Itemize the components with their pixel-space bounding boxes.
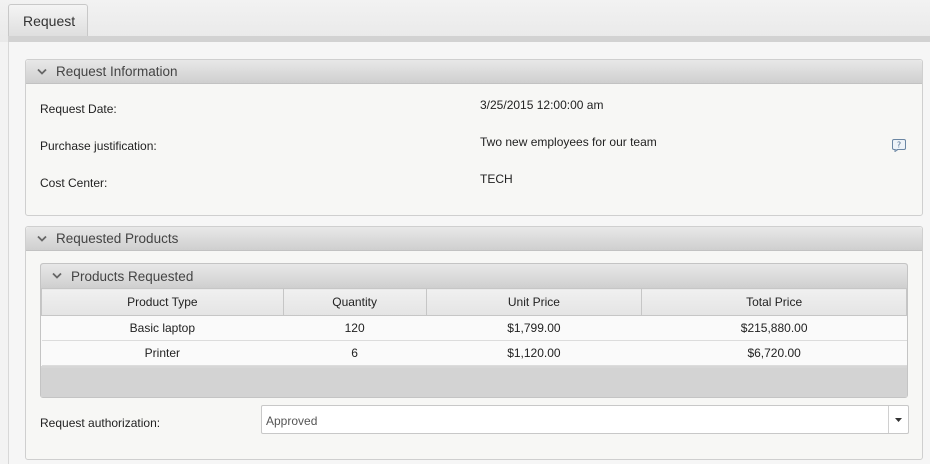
purchase-justification-row: Purchase justification: Two new employee…: [40, 135, 910, 157]
table-row[interactable]: Basic laptop 120 $1,799.00 $215,880.00: [41, 315, 907, 341]
requested-products-title: Requested Products: [56, 231, 179, 246]
chevron-down-icon[interactable]: [51, 270, 63, 282]
products-table: Product Type Quantity Unit Price Total P…: [41, 288, 907, 366]
request-authorization-value: Approved: [266, 414, 318, 428]
purchase-justification-value: Two new employees for our team: [480, 135, 657, 149]
request-information-panel: Request Information Request Date: 3/25/2…: [25, 59, 923, 216]
table-cell: 6: [283, 340, 427, 366]
tab-strip: Request: [0, 0, 930, 42]
products-requested-title: Products Requested: [71, 268, 194, 284]
table-cell: $215,880.00: [641, 315, 907, 341]
cost-center-label: Cost Center:: [40, 176, 108, 190]
help-icon[interactable]: ?: [892, 139, 906, 153]
chevron-down-icon[interactable]: [36, 233, 48, 245]
table-cell: $1,120.00: [426, 340, 642, 366]
table-row[interactable]: Printer 6 $1,120.00 $6,720.00: [41, 340, 907, 366]
request-date-row: Request Date: 3/25/2015 12:00:00 am: [40, 98, 910, 120]
table-header-row: Product Type Quantity Unit Price Total P…: [41, 288, 907, 316]
table-footer: [41, 368, 907, 397]
cost-center-value: TECH: [480, 172, 513, 186]
column-header-quantity[interactable]: Quantity: [282, 288, 427, 316]
cost-center-row: Cost Center: TECH: [40, 172, 910, 194]
table-cell: 120: [283, 315, 427, 341]
tab-content: Request Information Request Date: 3/25/2…: [8, 42, 930, 464]
requested-products-header[interactable]: Requested Products: [26, 227, 922, 251]
column-header-total-price[interactable]: Total Price: [641, 288, 907, 316]
purchase-justification-label: Purchase justification:: [40, 139, 157, 153]
request-date-label: Request Date:: [40, 102, 117, 116]
table-cell: $1,799.00: [426, 315, 642, 341]
requested-products-panel: Requested Products Products Requested Pr…: [25, 226, 923, 460]
request-date-value: 3/25/2015 12:00:00 am: [480, 98, 604, 112]
request-authorization-label: Request authorization:: [40, 416, 161, 430]
request-authorization-select[interactable]: Approved: [261, 405, 909, 434]
table-cell: Basic laptop: [41, 315, 284, 341]
products-requested-header[interactable]: Products Requested: [41, 264, 907, 288]
table-cell: $6,720.00: [641, 340, 907, 366]
products-requested-panel: Products Requested Product Type Quantity…: [40, 263, 908, 398]
column-header-product-type[interactable]: Product Type: [41, 288, 284, 316]
caret-down-icon[interactable]: [888, 406, 908, 433]
request-information-title: Request Information: [56, 64, 178, 79]
svg-text:?: ?: [897, 141, 901, 150]
table-cell: Printer: [41, 340, 284, 366]
request-information-header[interactable]: Request Information: [26, 60, 922, 84]
tab-request[interactable]: Request: [8, 4, 88, 37]
chevron-down-icon[interactable]: [36, 66, 48, 78]
column-header-unit-price[interactable]: Unit Price: [425, 288, 643, 316]
tab-request-label: Request: [23, 13, 76, 29]
